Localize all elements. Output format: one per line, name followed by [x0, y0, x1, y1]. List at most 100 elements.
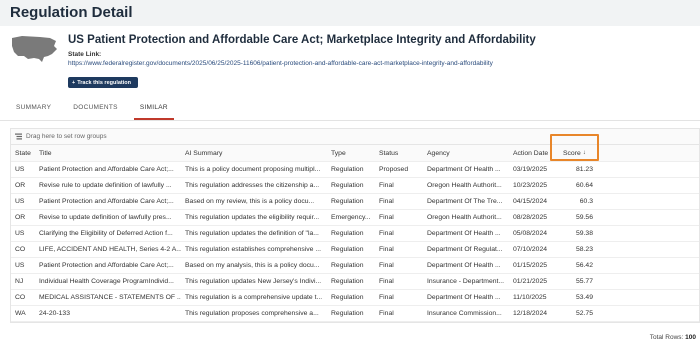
cell-date: 01/21/2025 [513, 278, 548, 285]
cell-agency: Insurance - Department... [427, 278, 505, 285]
cell-summary: This is a policy document proposing mult… [185, 166, 321, 173]
cell-status: Final [379, 230, 394, 237]
cell-summary: This regulation updates the definition o… [185, 230, 319, 237]
cell-title[interactable]: MEDICAL ASSISTANCE - STATEMENTS OF ... [35, 290, 181, 305]
column-header-state[interactable]: State [11, 145, 35, 161]
cell-title[interactable]: Revise rule to update definition of lawf… [35, 178, 181, 193]
cell-state: OR [15, 214, 26, 221]
row-filler [597, 226, 699, 241]
cell-agency: Insurance Commission... [427, 310, 502, 317]
cell-title[interactable]: Clarifying the Eligibility of Deferred A… [35, 226, 181, 241]
row-filler [597, 210, 699, 225]
cell-title[interactable]: 24-20-133 [35, 306, 181, 321]
total-rows-count: 100 [685, 334, 696, 341]
cell-status: Final [379, 182, 394, 189]
state-link-url[interactable]: https://www.federalregister.gov/document… [68, 60, 493, 67]
column-header-action-date[interactable]: Action Date [509, 145, 557, 161]
cell-status: Final [379, 278, 394, 285]
table-row[interactable]: WA 24-20-133 This regulation proposes comp… [11, 306, 699, 322]
cell-agency: Department Of Health ... [427, 166, 501, 173]
cell-title[interactable]: Revise to update definition of lawfully … [35, 210, 181, 225]
cell-title[interactable]: Individual Health Coverage ProgramIndivi… [35, 274, 181, 289]
cell-score: 55.77 [575, 278, 593, 285]
cell-agency: Department Of Health ... [427, 262, 501, 269]
similar-regulations-grid: State Title AI Summary Type Status Agenc… [10, 144, 700, 323]
cell-summary: This regulation is a comprehensive updat… [185, 294, 323, 301]
cell-summary: This regulation proposes comprehensive a… [185, 310, 319, 317]
tab-summary[interactable]: SUMMARY [10, 104, 57, 120]
page-title: Regulation Detail [10, 4, 133, 21]
cell-summary: This regulation addresses the citizenshi… [185, 182, 320, 189]
table-row[interactable]: US Patient Protection and Affordable Care… [11, 162, 699, 178]
column-header-type[interactable]: Type [327, 145, 375, 161]
table-row[interactable]: CO LIFE, ACCIDENT AND HEALTH, Series 4-2 … [11, 242, 699, 258]
column-header-title[interactable]: Title [35, 145, 181, 161]
tab-documents[interactable]: DOCUMENTS [67, 104, 124, 120]
column-header-summary[interactable]: AI Summary [181, 145, 327, 161]
column-header-agency[interactable]: Agency [423, 145, 509, 161]
cell-type: Regulation [331, 246, 364, 253]
regulation-title: US Patient Protection and Affordable Car… [68, 34, 536, 46]
table-row[interactable]: US Patient Protection and Affordable Care… [11, 258, 699, 274]
cell-type: Regulation [331, 182, 364, 189]
cell-score: 58.23 [575, 246, 593, 253]
plus-icon: + [72, 79, 76, 86]
row-filler [597, 242, 699, 257]
cell-score: 60.3 [579, 198, 593, 205]
cell-status: Final [379, 246, 394, 253]
table-row[interactable]: NJ Individual Health Coverage ProgramIndi… [11, 274, 699, 290]
grid-header-row: State Title AI Summary Type Status Agenc… [11, 145, 699, 162]
cell-state: US [15, 230, 25, 237]
cell-state: WA [15, 310, 26, 317]
table-row[interactable]: CO MEDICAL ASSISTANCE - STATEMENTS OF ...… [11, 290, 699, 306]
cell-agency: Department Of The Tre... [427, 198, 503, 205]
tab-bar: SUMMARY DOCUMENTS SIMILAR [10, 104, 184, 120]
cell-title[interactable]: Patient Protection and Affordable Care A… [35, 162, 181, 177]
cell-summary: This regulation establishes comprehensiv… [185, 246, 322, 253]
cell-summary: This regulation updates the eligibility … [185, 214, 320, 221]
cell-type: Regulation [331, 262, 364, 269]
cell-date: 01/15/2025 [513, 262, 548, 269]
cell-date: 11/10/2025 [513, 294, 547, 301]
us-map-icon [12, 36, 57, 62]
total-rows-label: Total Rows: [649, 334, 684, 341]
cell-type: Emergency... [331, 214, 371, 221]
cell-status: Final [379, 310, 394, 317]
tab-similar[interactable]: SIMILAR [133, 104, 174, 120]
track-regulation-label: Track this regulation [77, 79, 132, 86]
column-header-score[interactable]: Score ↓ [557, 145, 597, 161]
cell-status: Proposed [379, 166, 409, 173]
row-group-dropzone[interactable]: Drag here to set row groups [10, 128, 700, 144]
tabs-divider [0, 120, 700, 121]
table-row[interactable]: OR Revise rule to update definition of la… [11, 178, 699, 194]
cell-status: Final [379, 198, 394, 205]
cell-date: 03/19/2025 [513, 166, 548, 173]
column-header-status[interactable]: Status [375, 145, 423, 161]
cell-state: US [15, 166, 25, 173]
cell-type: Regulation [331, 230, 364, 237]
cell-type: Regulation [331, 310, 364, 317]
cell-state: OR [15, 182, 26, 189]
row-filler [597, 178, 699, 193]
cell-summary: This regulation updates New Jersey's Ind… [185, 278, 322, 285]
track-regulation-button[interactable]: + Track this regulation [68, 77, 138, 88]
cell-date: 10/23/2025 [513, 182, 548, 189]
cell-state: CO [15, 246, 26, 253]
table-row[interactable]: OR Revise to update definition of lawfull… [11, 210, 699, 226]
cell-date: 12/18/2024 [513, 310, 548, 317]
row-filler [597, 258, 699, 273]
cell-score: 56.42 [575, 262, 593, 269]
cell-score: 81.23 [575, 166, 593, 173]
table-row[interactable]: US Patient Protection and Affordable Care… [11, 194, 699, 210]
cell-date: 04/15/2024 [513, 198, 548, 205]
cell-type: Regulation [331, 278, 364, 285]
cell-date: 07/10/2024 [513, 246, 548, 253]
table-row[interactable]: US Clarifying the Eligibility of Deferred… [11, 226, 699, 242]
cell-agency: Oregon Health Authorit... [427, 182, 502, 189]
cell-state: US [15, 198, 25, 205]
cell-title[interactable]: Patient Protection and Affordable Care A… [35, 194, 181, 209]
cell-title[interactable]: LIFE, ACCIDENT AND HEALTH, Series 4-2 A.… [35, 242, 181, 257]
cell-type: Regulation [331, 294, 364, 301]
cell-type: Regulation [331, 166, 364, 173]
cell-title[interactable]: Patient Protection and Affordable Care A… [35, 258, 181, 273]
